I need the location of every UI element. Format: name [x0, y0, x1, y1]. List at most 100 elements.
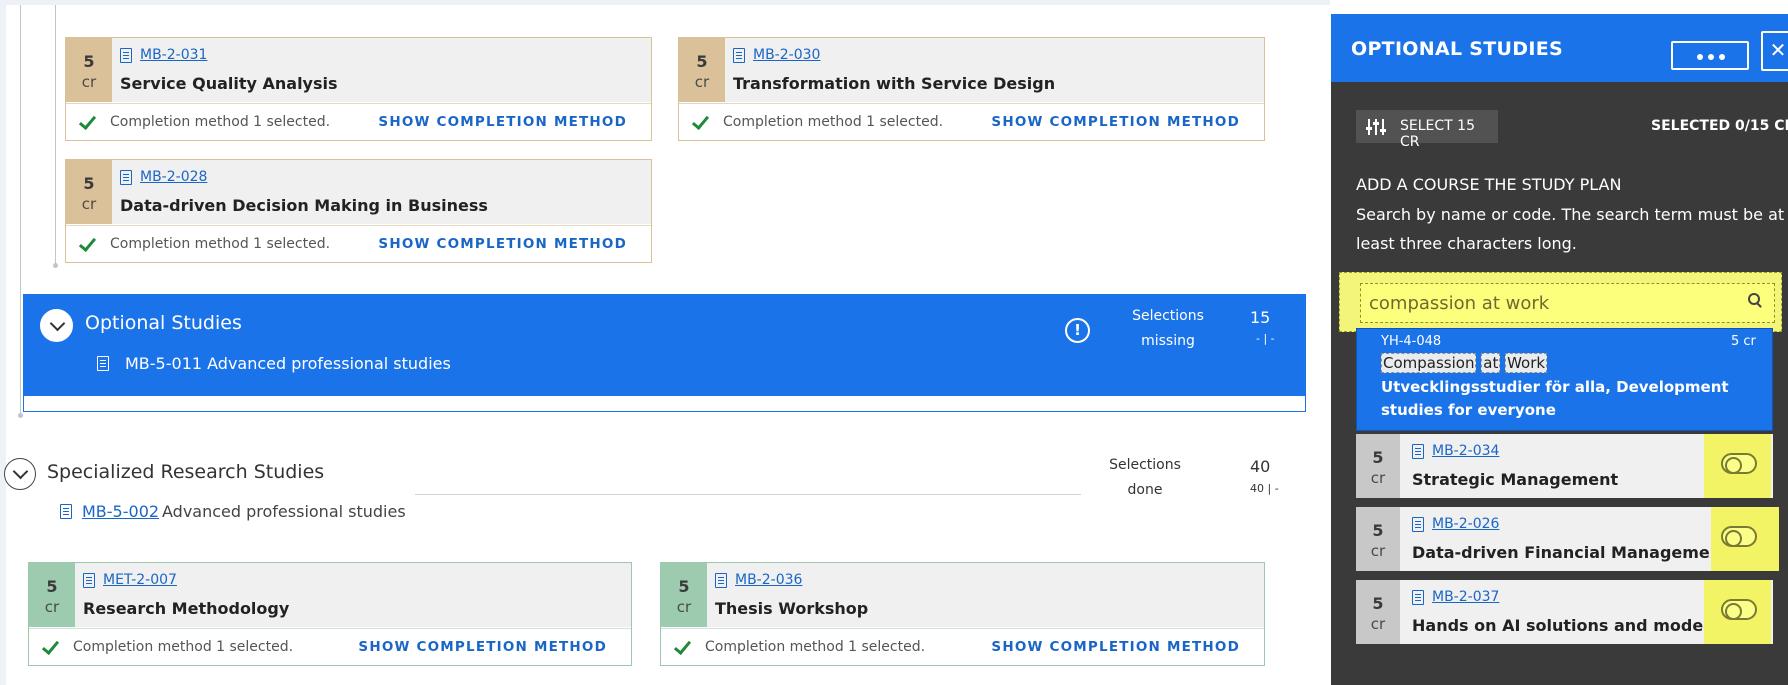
show-completion-method-button[interactable]: SHOW COMPLETION METHOD [991, 114, 1240, 130]
close-icon[interactable]: ✕ [1761, 31, 1788, 71]
sliders-icon [1366, 118, 1386, 136]
course-footer: Completion method 1 selected. SHOW COMPL… [679, 103, 1264, 141]
document-icon [1412, 516, 1424, 532]
select-credits-button[interactable]: SELECT 15 CR [1356, 110, 1498, 150]
credit-number: 5 [696, 52, 708, 71]
course-code-link[interactable]: MB-2-030 [733, 47, 820, 63]
course-code: MET-2-007 [103, 572, 177, 588]
panel-title: OPTIONAL STUDIES [1351, 38, 1563, 60]
dot-icon [1697, 54, 1703, 60]
completion-status: Completion method 1 selected. [723, 114, 944, 130]
course-toggle[interactable] [1721, 526, 1757, 547]
selections-status-value: done [1127, 482, 1163, 498]
show-completion-method-button[interactable]: SHOW COMPLETION METHOD [378, 114, 627, 130]
credit-number: 5 [678, 577, 690, 596]
credit-unit: cr [44, 598, 60, 616]
optional-studies-content [23, 396, 1306, 412]
specialized-module-name: Advanced professional studies [162, 502, 406, 521]
optional-credits: 15 [1250, 308, 1271, 327]
dot-icon [1708, 54, 1714, 60]
course-code-link[interactable]: MET-2-007 [83, 572, 177, 588]
course-footer: Completion method 1 selected. SHOW COMPL… [29, 628, 631, 666]
selected-credits-count: SELECTED 0/15 CR [1651, 118, 1788, 134]
check-icon [41, 638, 59, 656]
credit-unit: cr [1370, 542, 1386, 560]
completion-status: Completion method 1 selected. [110, 236, 331, 252]
result-title-match: at [1481, 353, 1501, 373]
completion-status: Completion method 1 selected. [705, 639, 926, 655]
search-result-item[interactable]: YH-4-048 5 cr Compassion at Work Utveckl… [1356, 328, 1773, 431]
course-code-link[interactable]: MB-2-034 [1412, 443, 1499, 459]
credit-unit: cr [81, 73, 97, 91]
credit-number: 5 [46, 577, 58, 596]
selections-status-label: Selections [1109, 457, 1181, 473]
selections-status-label: Selections [1132, 308, 1204, 324]
document-icon [715, 572, 727, 588]
course-code: MB-2-034 [1432, 443, 1500, 459]
panel-header: OPTIONAL STUDIES ✕ [1331, 14, 1788, 82]
document-icon [83, 572, 95, 588]
specialized-module-code-link[interactable]: MB-5-002 [82, 502, 159, 521]
completion-status: Completion method 1 selected. [110, 114, 331, 130]
specialized-credits: 40 [1250, 457, 1271, 476]
show-completion-method-button[interactable]: SHOW COMPLETION METHOD [378, 236, 627, 252]
course-footer: Completion method 1 selected. SHOW COMPL… [661, 628, 1264, 666]
check-icon [691, 113, 709, 131]
optional-studies-banner[interactable]: Optional Studies MB-5-011 Advanced profe… [23, 294, 1306, 396]
credit-box: 5 cr [661, 563, 707, 627]
document-icon [733, 47, 745, 63]
tree-line-outer [20, 5, 21, 415]
course-card: 5 cr MB-2-031 Service Quality Analysis C… [65, 37, 652, 141]
course-title: Thesis Workshop [715, 599, 869, 618]
result-module: studies for everyone [1381, 401, 1556, 419]
dot-icon [1719, 54, 1725, 60]
show-completion-method-button[interactable]: SHOW COMPLETION METHOD [358, 639, 607, 655]
course-head: MB-2-031 Service Quality Analysis [112, 38, 651, 102]
course-code-link[interactable]: MB-2-036 [715, 572, 802, 588]
result-module: Utvecklingsstudier för alla, Development [1381, 378, 1729, 396]
credit-box: 5 cr [1356, 507, 1400, 571]
course-title: Service Quality Analysis [120, 74, 338, 93]
completion-status: Completion method 1 selected. [73, 639, 294, 655]
course-code-link[interactable]: MB-2-031 [120, 47, 207, 63]
course-head: MB-2-030 Transformation with Service Des… [725, 38, 1264, 102]
show-completion-method-button[interactable]: SHOW COMPLETION METHOD [991, 639, 1240, 655]
credit-box: 5 cr [679, 38, 725, 102]
course-toggle[interactable] [1721, 453, 1757, 474]
course-title: Data-driven Decision Making in Business [120, 196, 488, 215]
collapse-chevron-icon[interactable] [4, 458, 36, 490]
collapse-chevron-icon[interactable] [40, 309, 73, 342]
document-icon [1412, 443, 1424, 459]
select-credits-label: SELECT 15 CR [1400, 118, 1475, 150]
divider [415, 494, 1081, 495]
credit-number: 5 [83, 52, 95, 71]
result-title: Compassion at Work [1381, 353, 1548, 373]
credit-unit: cr [676, 598, 692, 616]
course-title: Research Methodology [83, 599, 290, 618]
credit-box: 5 cr [66, 160, 112, 224]
course-title: Transformation with Service Design [733, 74, 1056, 93]
course-card: 5 cr MB-2-030 Transformation with Servic… [678, 37, 1265, 141]
course-search-input[interactable] [1360, 283, 1775, 323]
course-code-link[interactable]: MB-2-026 [1412, 516, 1499, 532]
add-course-heading: ADD A COURSE THE STUDY PLAN [1356, 175, 1622, 194]
course-title: Strategic Management [1412, 470, 1619, 489]
course-head: MET-2-007 Research Methodology [75, 563, 631, 627]
check-icon [78, 113, 96, 131]
optional-studies-module: MB-5-011 Advanced professional studies [125, 354, 451, 373]
result-code: YH-4-048 [1381, 334, 1442, 349]
result-credits: 5 cr [1731, 334, 1756, 349]
left-rail [0, 0, 6, 685]
course-code-link[interactable]: MB-2-028 [120, 169, 207, 185]
more-options-button[interactable] [1671, 41, 1749, 70]
course-toggle[interactable] [1721, 599, 1757, 620]
course-title: Hands on AI solutions and modelling [1412, 616, 1743, 635]
search-icon[interactable] [1748, 293, 1762, 307]
course-card: 5 cr MB-2-028 Data-driven Decision Makin… [65, 159, 652, 263]
course-code: MB-2-036 [735, 572, 803, 588]
course-title: Data-driven Financial Management [1412, 543, 1729, 562]
search-highlight [1339, 272, 1782, 332]
credit-unit: cr [81, 195, 97, 213]
course-code: MB-2-037 [1432, 589, 1500, 605]
course-code-link[interactable]: MB-2-037 [1412, 589, 1499, 605]
